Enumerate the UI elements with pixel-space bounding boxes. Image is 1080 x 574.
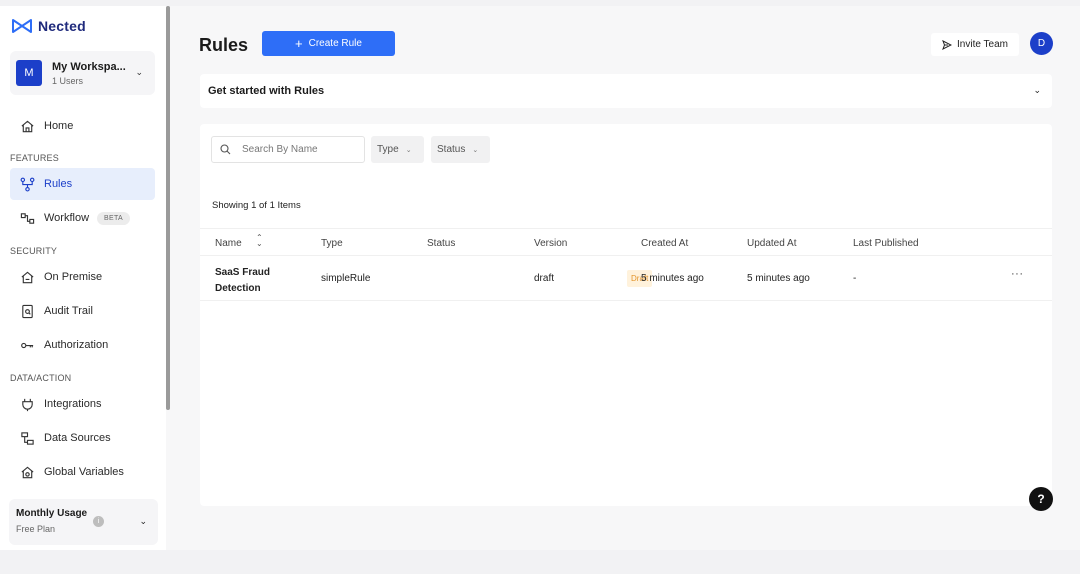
workspace-users: 1 Users: [52, 75, 84, 86]
sidebar-item-data-sources[interactable]: Data Sources: [10, 422, 155, 454]
rule-updated-at: 5 minutes ago: [747, 273, 810, 284]
column-header-version: Version: [534, 238, 568, 249]
rule-created-at: 5 minutes ago: [641, 273, 704, 284]
invite-team-button[interactable]: Invite Team: [931, 33, 1019, 56]
column-header-type: Type: [321, 238, 343, 249]
sidebar-item-rules[interactable]: Rules: [10, 168, 155, 200]
brand-logo[interactable]: Nected: [11, 17, 86, 35]
nected-logo-icon: [12, 19, 32, 33]
sort-icon[interactable]: ⌃ ⌄: [256, 234, 263, 248]
info-icon[interactable]: i: [93, 516, 104, 527]
rule-name-line-1: SaaS Fraud: [215, 267, 271, 278]
type-filter-label: Type: [377, 144, 399, 155]
workspace-switcher[interactable]: M My Workspa... 1 Users ⌄: [10, 51, 155, 95]
audit-icon: [19, 303, 35, 319]
data-sources-icon: [19, 430, 35, 446]
chevron-down-icon: ⌄: [405, 146, 412, 154]
page-title: Rules: [199, 35, 249, 55]
search-icon: [220, 144, 231, 155]
sidebar-item-authorization[interactable]: Authorization: [10, 329, 155, 361]
workspace-name: My Workspa...: [52, 60, 126, 73]
column-header-created-at: Created At: [641, 238, 689, 249]
create-rule-label: Create Rule: [308, 38, 362, 49]
global-variables-icon: [19, 464, 35, 480]
send-icon: [942, 39, 953, 50]
rule-type: simpleRule: [321, 273, 371, 284]
monthly-usage-panel[interactable]: Monthly Usage Free Plan i ⌄: [9, 499, 158, 545]
column-header-name[interactable]: Name: [215, 238, 242, 249]
rule-version: draft: [534, 273, 555, 284]
sidebar: Nected M My Workspa... 1 Users ⌄ Home FE…: [0, 6, 166, 550]
building-icon: [19, 269, 35, 285]
type-filter-dropdown[interactable]: Type ⌄: [371, 136, 424, 163]
sidebar-item-label: Home: [44, 120, 74, 132]
sidebar-item-workflow[interactable]: Workflow BETA: [10, 202, 155, 234]
plus-icon: +: [295, 35, 303, 51]
create-rule-button[interactable]: + Create Rule: [262, 31, 395, 56]
status-filter-dropdown[interactable]: Status ⌄: [431, 136, 490, 163]
rules-icon: [19, 176, 35, 192]
sidebar-item-label: Workflow: [44, 212, 90, 224]
sidebar-item-home[interactable]: Home: [10, 110, 155, 142]
section-label-features: FEATURES: [10, 153, 59, 163]
sidebar-item-label: Integrations: [44, 398, 102, 410]
sidebar-item-label: Rules: [44, 178, 73, 190]
workflow-icon: [19, 210, 35, 226]
get-started-title: Get started with Rules: [208, 85, 325, 97]
chevron-down-icon: ⌄: [1033, 85, 1041, 95]
sidebar-item-label: Global Variables: [44, 466, 124, 478]
sidebar-item-label: Authorization: [44, 339, 109, 351]
usage-title: Monthly Usage: [16, 508, 88, 519]
sidebar-item-label: Audit Trail: [44, 305, 93, 317]
sidebar-item-global-variables[interactable]: Global Variables: [10, 456, 155, 488]
sidebar-item-integrations[interactable]: Integrations: [10, 388, 155, 420]
invite-team-label: Invite Team: [957, 39, 1008, 50]
table-header: Name ⌃ ⌄ Type Status Version Created At U…: [200, 228, 1052, 256]
rule-name-line-2: Detection: [215, 283, 261, 294]
sidebar-scrollbar[interactable]: [166, 6, 170, 410]
rule-name[interactable]: SaaS Fraud Detection: [215, 265, 285, 297]
brand-name: Nected: [38, 18, 86, 34]
sidebar-item-label: On Premise: [44, 271, 103, 283]
plug-icon: [19, 396, 35, 412]
help-button[interactable]: ?: [1029, 487, 1053, 511]
usage-plan: Free Plan: [16, 524, 56, 534]
beta-badge: BETA: [97, 211, 130, 225]
chevron-down-icon: ⌄: [472, 146, 479, 154]
more-options-icon[interactable]: ···: [1011, 268, 1024, 280]
column-header-last-published: Last Published: [853, 238, 919, 249]
get-started-accordion[interactable]: Get started with Rules ⌄: [200, 74, 1052, 108]
section-label-security: SECURITY: [10, 246, 58, 256]
search-input[interactable]: [242, 144, 352, 155]
sidebar-item-on-premise[interactable]: On Premise: [10, 261, 155, 293]
table-row[interactable]: SaaS Fraud Detection simpleRule Draft dr…: [200, 257, 1052, 301]
key-icon: [19, 337, 35, 353]
search-box[interactable]: [211, 136, 365, 163]
rule-last-published: -: [853, 273, 857, 284]
status-filter-label: Status: [437, 144, 466, 155]
items-count: Showing 1 of 1 Items: [212, 200, 301, 211]
sidebar-item-audit-trail[interactable]: Audit Trail: [10, 295, 155, 327]
sidebar-item-label: Data Sources: [44, 432, 111, 444]
column-header-updated-at: Updated At: [747, 238, 797, 249]
rules-list-panel: Type ⌄ Status ⌄ Showing 1 of 1 Items Nam…: [200, 124, 1052, 506]
chevron-down-icon: ⌄: [135, 67, 143, 77]
column-header-status: Status: [427, 238, 456, 249]
user-avatar[interactable]: D: [1030, 32, 1053, 55]
section-label-data-action: DATA/ACTION: [10, 373, 72, 383]
home-icon: [19, 118, 35, 134]
chevron-down-icon[interactable]: ⌄: [139, 516, 147, 527]
app-window: Nected M My Workspa... 1 Users ⌄ Home FE…: [0, 6, 1080, 550]
workspace-avatar: M: [16, 60, 42, 86]
